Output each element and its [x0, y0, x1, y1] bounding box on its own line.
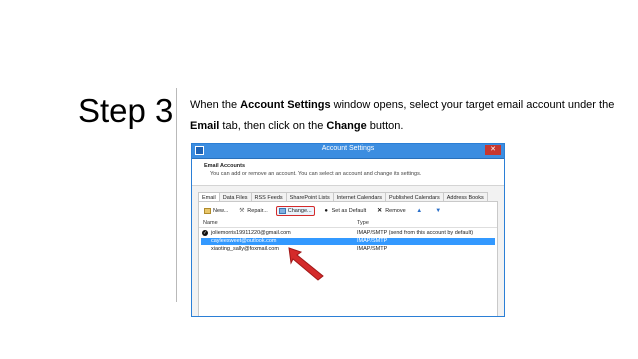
dialog-body: Email Data Files RSS Feeds SharePoint Li… — [192, 186, 504, 316]
wrench-icon: ⚒ — [239, 208, 245, 214]
change-button[interactable]: Change... — [275, 206, 315, 216]
instruction-part-2: window opens, select your target email a… — [330, 99, 615, 111]
repair-button[interactable]: ⚒ Repair... — [236, 207, 269, 215]
instruction-text: When the Account Settings window opens, … — [190, 95, 620, 137]
set-default-button[interactable]: ● Set as Default — [321, 207, 369, 215]
dialog-header: Email Accounts You can add or remove an … — [192, 159, 504, 186]
account-name: xiaoting_sally@foxmail.com — [211, 246, 279, 252]
remove-button-label: Remove — [385, 208, 406, 214]
account-type: IMAP/SMTP (send from this account by def… — [357, 230, 474, 236]
default-account-check-icon: ✓ — [202, 230, 208, 236]
account-row-selected[interactable]: cayleesweet@outlook.com IMAP/SMTP — [201, 238, 495, 245]
instruction-part-3: tab, then click on the — [219, 120, 327, 132]
column-type[interactable]: Type — [357, 220, 369, 226]
red-pointer-arrow-icon — [288, 247, 324, 281]
column-name[interactable]: Name — [203, 220, 218, 226]
close-icon[interactable]: ✕ — [485, 145, 501, 155]
instruction-part-1: When the — [190, 99, 241, 111]
instruction-part-4: button. — [366, 120, 404, 132]
new-account-icon — [204, 208, 211, 214]
arrow-down-icon: ▼ — [435, 208, 442, 214]
move-down-button[interactable]: ▼ — [433, 207, 446, 215]
email-panel: New... ⚒ Repair... Change... ● Set as De… — [198, 201, 498, 316]
account-list-header: Name Type — [199, 219, 497, 228]
remove-x-icon: ✕ — [377, 208, 383, 214]
dialog-title: Account Settings — [321, 145, 375, 152]
account-type: IMAP/SMTP — [357, 246, 388, 252]
account-row[interactable]: ✓ joliemorris19911220@gmail.com IMAP/SMT… — [201, 230, 495, 237]
header-description: You can add or remove an account. You ca… — [210, 171, 422, 177]
slide: Step 3 When the Account Settings window … — [0, 0, 638, 359]
account-type: IMAP/SMTP — [357, 238, 388, 244]
dialog-titlebar: Account Settings ✕ — [192, 144, 504, 159]
move-up-button[interactable]: ▲ — [414, 207, 427, 215]
account-toolbar: New... ⚒ Repair... Change... ● Set as De… — [202, 206, 452, 216]
account-name: cayleesweet@outlook.com — [211, 238, 277, 244]
repair-button-label: Repair... — [247, 208, 268, 214]
remove-button[interactable]: ✕ Remove — [374, 207, 407, 215]
instruction-bold-change: Change — [326, 120, 367, 132]
account-settings-dialog: Account Settings ✕ Email Accounts You ca… — [191, 143, 505, 317]
divider — [176, 88, 177, 302]
change-account-icon — [278, 208, 286, 214]
step-title: Step 3 — [78, 92, 174, 129]
header-title: Email Accounts — [204, 163, 246, 169]
set-default-button-label: Set as Default — [331, 208, 367, 214]
instruction-bold-email: Email — [190, 120, 220, 132]
account-name: joliemorris19911220@gmail.com — [211, 230, 291, 236]
new-button-label: New... — [213, 208, 229, 214]
change-button-label: Change... — [287, 208, 312, 214]
check-circle-icon: ● — [324, 208, 328, 214]
account-row[interactable]: xiaoting_sally@foxmail.com IMAP/SMTP — [201, 246, 495, 253]
new-button[interactable]: New... — [202, 207, 230, 215]
arrow-up-icon: ▲ — [416, 208, 423, 214]
instruction-bold-account-settings: Account Settings — [240, 99, 331, 111]
